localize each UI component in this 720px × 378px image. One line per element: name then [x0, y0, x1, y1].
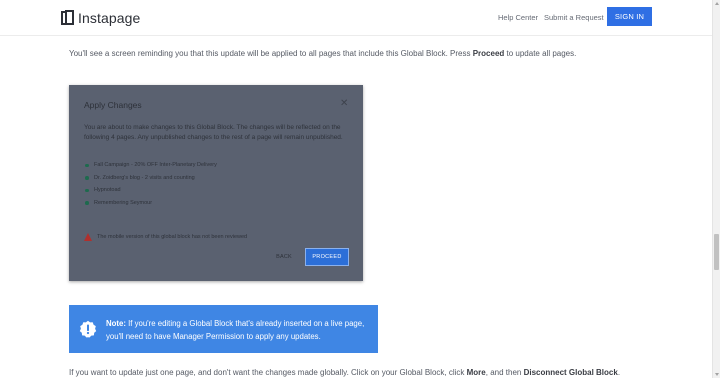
- page-name: Remembering Seymour: [94, 199, 153, 206]
- scroll-up-icon[interactable]: [715, 2, 719, 5]
- note-body: If you're editing a Global Block that's …: [106, 319, 365, 341]
- outro-text: If you want to update just one page, and…: [69, 368, 467, 377]
- sign-in-button[interactable]: SIGN IN: [607, 7, 652, 26]
- intro-text-end: to update all pages.: [504, 49, 577, 58]
- bullet-icon: [85, 188, 89, 192]
- mobile-warning: The mobile version of this global block …: [84, 233, 247, 241]
- exclamation-icon: [79, 320, 97, 338]
- help-center-link[interactable]: Help Center: [498, 13, 538, 22]
- page-name: Dr. Zoidberg's blog - 2 visits and count…: [94, 174, 195, 181]
- warning-text: The mobile version of this global block …: [97, 234, 248, 240]
- instapage-logo-icon: [61, 10, 75, 26]
- scrollbar-thumb[interactable]: [714, 234, 719, 270]
- list-item: Remembering Seymour: [84, 200, 217, 213]
- scroll-down-icon[interactable]: [715, 373, 719, 376]
- bullet-icon: [85, 163, 89, 167]
- modal-description: You are about to make changes to this Gl…: [84, 124, 343, 141]
- list-item: Fall Campaign - 20% OFF Inter-Planetary …: [84, 162, 217, 175]
- bullet-icon: [85, 201, 89, 205]
- warning-icon: [84, 233, 92, 241]
- outro-bold-more: More: [466, 368, 486, 377]
- list-item: Hypnotoad: [84, 187, 217, 200]
- outro-bold-disconnect: Disconnect Global Block: [523, 368, 618, 377]
- list-item: Dr. Zoidberg's blog - 2 visits and count…: [84, 175, 217, 188]
- close-icon: ✕: [340, 98, 349, 109]
- affected-pages-list: Fall Campaign - 20% OFF Inter-Planetary …: [84, 162, 217, 212]
- intro-text: You'll see a screen reminding you that t…: [69, 49, 473, 58]
- intro-bold-proceed: Proceed: [472, 49, 505, 58]
- outro-text-end: .: [617, 368, 621, 377]
- bullet-icon: [85, 176, 89, 180]
- back-button: BACK: [276, 254, 292, 260]
- note-callout: Note: If you're editing a Global Block t…: [69, 305, 378, 353]
- modal-title: Apply Changes: [84, 100, 142, 110]
- page-scrollbar[interactable]: [712, 0, 720, 378]
- note-label: Note:: [106, 319, 126, 328]
- site-header: Instapage Help Center Submit a Request S…: [0, 0, 712, 36]
- page-name: Fall Campaign - 20% OFF Inter-Planetary …: [94, 162, 217, 168]
- proceed-button: PROCEED: [305, 248, 349, 266]
- intro-paragraph: You'll see a screen reminding you that t…: [69, 49, 576, 58]
- outro-text-mid: , and then: [485, 368, 524, 377]
- page-name: Hypnotoad: [94, 187, 121, 193]
- logo[interactable]: Instapage: [61, 10, 140, 26]
- apply-changes-screenshot: Apply Changes ✕ You are about to make ch…: [69, 85, 363, 281]
- note-text: Note: If you're editing a Global Block t…: [106, 317, 371, 343]
- submit-request-link[interactable]: Submit a Request: [544, 13, 604, 22]
- outro-paragraph: If you want to update just one page, and…: [69, 368, 620, 377]
- logo-text: Instapage: [78, 10, 141, 26]
